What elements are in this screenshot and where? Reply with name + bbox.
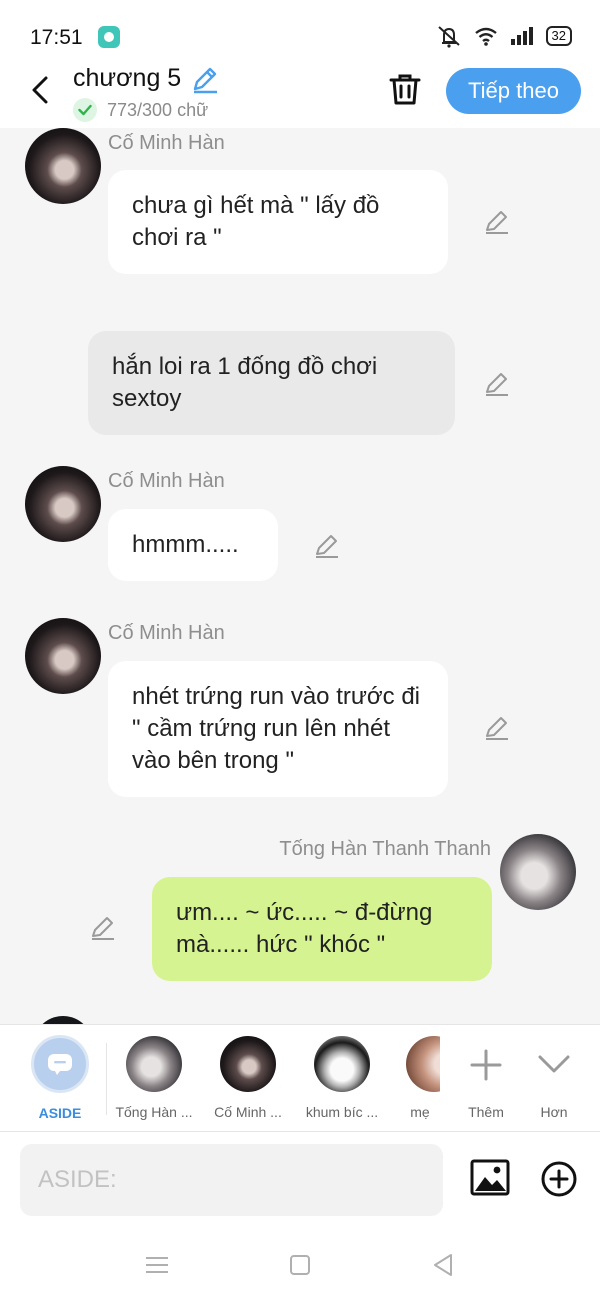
chapter-title: chương 5 [73,64,182,92]
avatar-co-minh-han[interactable] [25,128,101,204]
narration-bubble[interactable]: hắn loi ra 1 đống đồ chơi sextoy [88,331,455,435]
chevron-down-icon [538,1055,570,1073]
edit-message-button[interactable] [88,912,118,942]
chat-area[interactable]: Cố Minh Hàn chưa gì hết mà " lấy đồ chơi… [0,128,600,1024]
pencil-icon [486,717,508,740]
delete-button[interactable] [387,70,423,110]
sender-name: Cố Minh Hàn [108,132,225,154]
more-characters-label: Hơn [540,1104,568,1120]
word-count: 773/300 chữ [107,100,209,120]
sender-name: Cố Minh Hàn [108,470,225,492]
battery-indicator: 32 [545,26,572,46]
character-picker: ASIDE Tống Hàn ... Cố Minh ... khum bíc … [0,1024,600,1132]
wifi-icon [474,27,497,46]
check-icon [78,104,92,116]
status-bar: 17:51 32 [0,0,600,56]
edit-message-button[interactable] [482,712,512,742]
app-notification-icon [98,26,120,48]
plus-icon [470,1049,502,1081]
add-content-button[interactable] [540,1160,578,1198]
character-avatar [314,1036,370,1092]
character-label: Cố Minh ... [214,1104,282,1120]
status-time: 17:51 [30,26,83,49]
nav-back-button[interactable] [428,1250,458,1280]
pencil-icon [486,373,508,396]
sender-name: Cố Minh Hàn [108,622,225,644]
character-label: mẹ [410,1104,430,1120]
trash-icon [389,74,421,105]
add-character-button[interactable]: Thêm [458,1033,514,1120]
character-aside[interactable]: ASIDE [28,1033,92,1121]
character-avatar [126,1036,182,1092]
back-button[interactable] [22,70,58,110]
aside-icon-circle [31,1035,89,1093]
pencil-icon [486,211,508,234]
avatar-next-message [33,1016,93,1024]
picker-divider [106,1043,107,1115]
character-khum-bic[interactable]: khum bíc ... [298,1033,386,1120]
message-bubble[interactable]: hmmm..... [108,509,278,581]
back-triangle-icon [434,1254,452,1276]
message-bubble[interactable]: ưm.... ~ ức..... ~ đ-đừng mà...... hức "… [152,877,492,981]
sender-name: Tống Hàn Thanh Thanh [279,838,491,860]
aside-icon [48,1054,72,1075]
avatar-tong-han-thanh-thanh[interactable] [500,834,576,910]
home-square-icon [290,1255,310,1275]
character-avatar [406,1036,440,1092]
more-characters-button[interactable]: Hơn [526,1033,582,1120]
character-label: khum bíc ... [305,1104,379,1120]
next-button[interactable]: Tiếp theo [446,68,581,114]
message-input[interactable] [20,1144,443,1216]
add-character-label: Thêm [468,1104,504,1120]
character-co-minh[interactable]: Cố Minh ... [206,1033,290,1120]
nav-menu-button[interactable] [142,1250,172,1280]
edit-message-button[interactable] [482,206,512,236]
character-label: Tống Hàn ... [115,1104,193,1120]
image-icon [470,1159,510,1196]
character-avatar [220,1036,276,1092]
character-tong-han[interactable]: Tống Hàn ... [112,1033,196,1120]
avatar-co-minh-han[interactable] [25,618,101,694]
mute-bell-icon [437,26,460,48]
status-indicators: 32 [436,24,572,48]
plus-circle-icon [541,1161,577,1197]
pencil-icon [193,67,217,94]
nav-home-button[interactable] [285,1250,315,1280]
signal-icon [510,27,533,45]
insert-image-button[interactable] [470,1158,510,1198]
chevron-left-icon [32,76,48,104]
chapter-header: chương 5 773/300 chữ Tiếp theo [0,56,600,128]
character-me[interactable]: mẹ [400,1033,440,1120]
pencil-icon [316,535,338,558]
avatar-co-minh-han[interactable] [25,466,101,542]
message-bubble[interactable]: chưa gì hết mà " lấy đồ chơi ra " [108,170,448,274]
pencil-icon [92,917,114,940]
edit-message-button[interactable] [482,368,512,398]
system-nav-bar [0,1232,600,1300]
edit-title-button[interactable] [190,64,220,99]
composer [0,1132,600,1232]
message-bubble[interactable]: nhét trứng run vào trước đi " cầm trứng … [108,661,448,797]
character-label: ASIDE [38,1105,82,1121]
check-badge [73,98,97,122]
menu-icon [146,1257,168,1273]
edit-message-button[interactable] [312,530,342,560]
